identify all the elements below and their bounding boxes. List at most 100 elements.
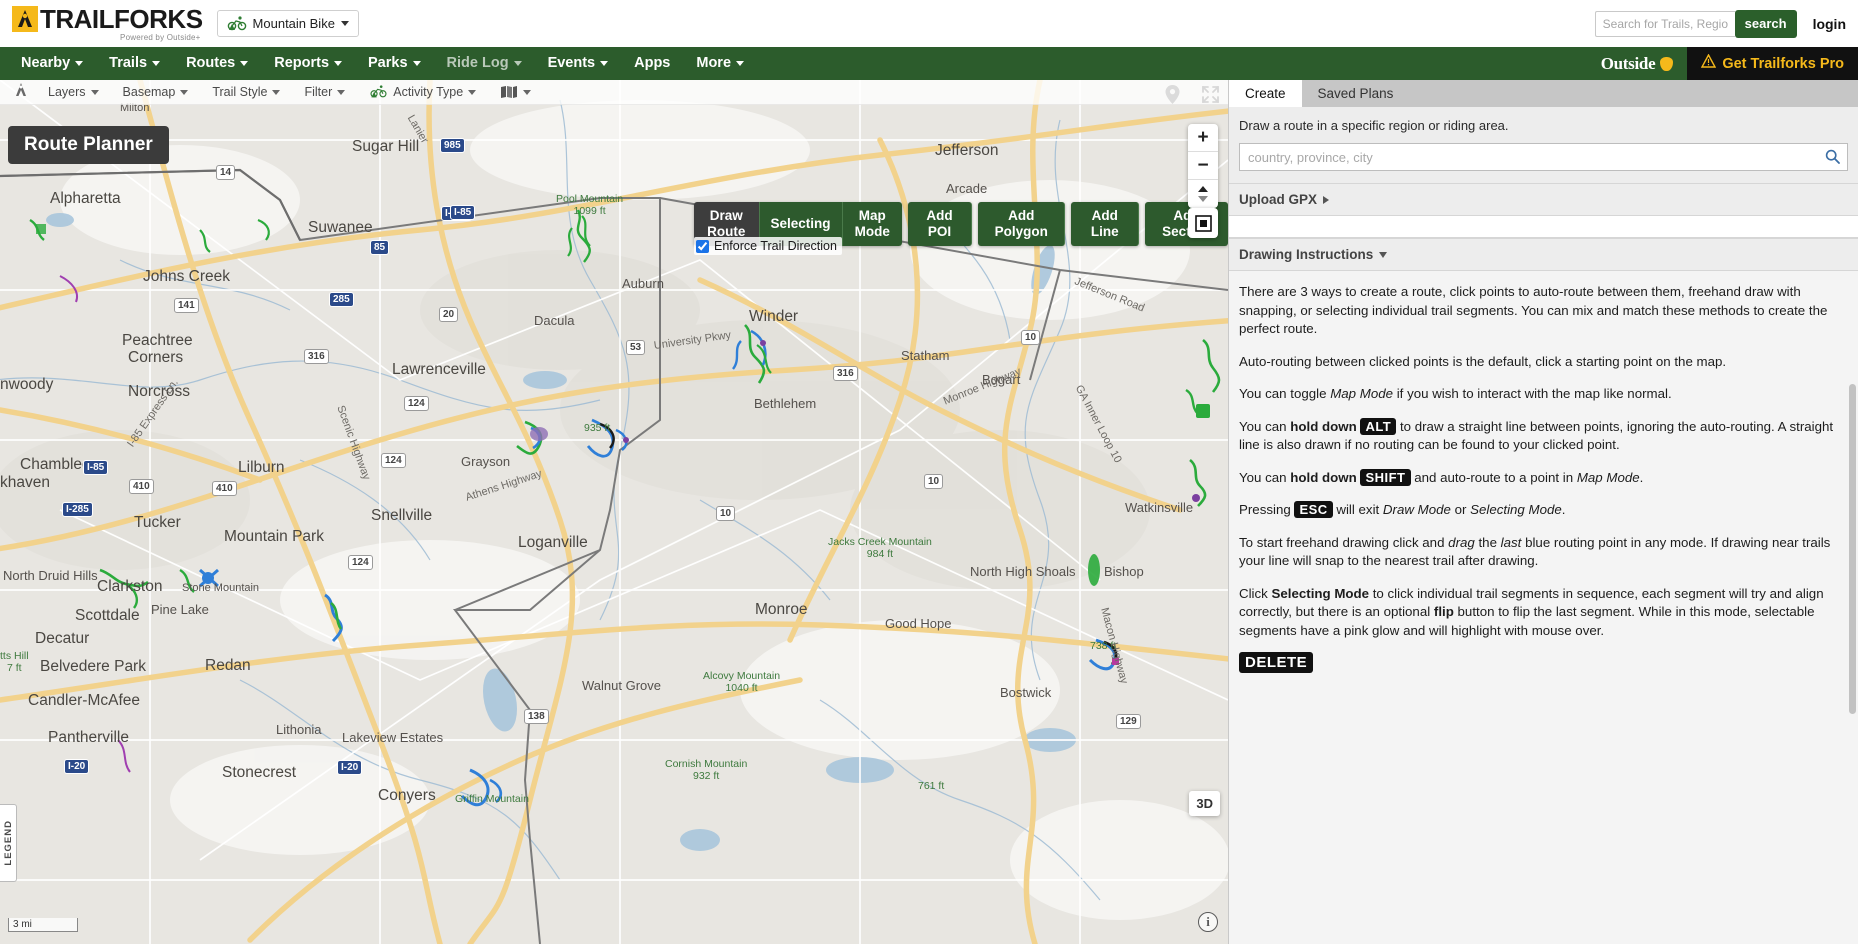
search-button[interactable]: search (1735, 10, 1797, 38)
zoom-in-button[interactable]: + (1188, 124, 1218, 152)
toolbar-label: Layers (48, 85, 86, 99)
fit-bounds-icon[interactable] (1188, 208, 1218, 238)
chevron-down-icon (600, 61, 608, 66)
nav-label: Parks (368, 47, 408, 80)
toolbar-layers[interactable]: Layers (36, 80, 111, 105)
nav-label: Nearby (21, 47, 70, 80)
warning-triangle-icon (1701, 54, 1716, 73)
toolbar-trail-style[interactable]: Trail Style (200, 80, 292, 105)
chevron-down-icon (514, 61, 522, 66)
sidebar-body: Draw a route in a specific region or rid… (1229, 107, 1858, 944)
nav-item-trails[interactable]: Trails (96, 47, 173, 80)
enforce-trail-direction-row[interactable]: Enforce Trail Direction (694, 237, 842, 255)
nav-label: Reports (274, 47, 329, 80)
map-canvas[interactable]: MiltonSugar HillJeffersonAlpharettaArcad… (0, 80, 1228, 944)
nav-item-apps[interactable]: Apps (621, 47, 683, 80)
upload-gpx-label: Upload GPX (1239, 192, 1317, 207)
trailforks-logo[interactable]: TRAILFORKS Powered by Outside+ (12, 6, 203, 42)
scale-label: 3 mi (13, 919, 32, 930)
tab-create[interactable]: Create (1229, 80, 1302, 107)
route-planner-sidebar: Create Saved Plans Draw a route in a spe… (1228, 80, 1858, 944)
drawing-instructions-body: There are 3 ways to create a route, clic… (1229, 271, 1858, 693)
sidebar-scrollbar[interactable] (1848, 134, 1857, 754)
nav-right-group: Outside Get Trailforks Pro (1587, 47, 1858, 80)
chevron-down-icon (180, 90, 188, 95)
map-mode-button[interactable]: Map Mode (843, 202, 902, 246)
zoom-out-button[interactable]: − (1188, 152, 1218, 180)
drawing-instructions-row[interactable]: Drawing Instructions (1229, 238, 1858, 271)
keyboard-key-shift: SHIFT (1360, 469, 1410, 486)
logo-wordmark: TRAILFORKS (40, 6, 203, 32)
toolbar-label: Trail Style (212, 85, 267, 99)
nav-item-parks[interactable]: Parks (355, 47, 434, 80)
instruction-paragraph: There are 3 ways to create a route, clic… (1239, 283, 1848, 339)
mountain-bike-icon (227, 15, 247, 33)
activity-type-selector[interactable]: Mountain Bike (217, 10, 359, 37)
toolbar-activity-type[interactable]: Activity Type (357, 80, 488, 105)
mountain-bike-icon (369, 84, 388, 100)
route-planner-title: Route Planner (8, 126, 169, 164)
outside-dot-icon (1660, 57, 1673, 71)
chevron-down-icon (75, 61, 83, 66)
toolbar-label: Activity Type (393, 85, 463, 99)
chevron-down-icon (523, 90, 531, 95)
search-icon[interactable] (1825, 149, 1840, 169)
chevron-down-icon (272, 90, 280, 95)
outside-plus-link[interactable]: Outside (1587, 47, 1688, 80)
region-search-input[interactable] (1239, 143, 1848, 171)
instruction-paragraph: Auto-routing between clicked points is t… (1239, 353, 1848, 372)
nav-item-ride-log[interactable]: Ride Log (434, 47, 535, 80)
chevron-down-icon (736, 61, 744, 66)
chevron-down-icon (152, 61, 160, 66)
trailforks-marker-icon[interactable] (6, 82, 36, 103)
search-input[interactable] (1595, 11, 1735, 37)
keyboard-key-esc: ESC (1294, 501, 1332, 518)
toolbar-label: Filter (304, 85, 332, 99)
toolbar-basemap[interactable]: Basemap (111, 80, 201, 105)
main-navigation: Nearby Trails Routes Reports Parks Ride … (0, 47, 1858, 80)
chevron-down-icon (337, 90, 345, 95)
sidebar-tabs: Create Saved Plans (1229, 80, 1858, 107)
nav-label: Trails (109, 47, 147, 80)
get-trailforks-pro-button[interactable]: Get Trailforks Pro (1687, 47, 1858, 80)
nav-item-more[interactable]: More (683, 47, 757, 80)
map-book-icon (500, 85, 518, 99)
legend-tab[interactable]: LEGEND (0, 804, 17, 882)
add-polygon-button[interactable]: Add Polygon (978, 202, 1065, 246)
toolbar-filter[interactable]: Filter (292, 80, 357, 105)
header-right-controls: search login (1595, 0, 1846, 47)
scrollbar-thumb[interactable] (1849, 384, 1856, 714)
instruction-paragraph: You can hold down ALT to draw a straight… (1239, 418, 1848, 455)
login-link[interactable]: login (1813, 16, 1846, 32)
instruction-paragraph: You can hold down SHIFT and auto-route t… (1239, 469, 1848, 488)
create-route-description: Draw a route in a specific region or rid… (1239, 118, 1848, 133)
zoom-controls: + − (1188, 124, 1218, 208)
chevron-right-icon (1323, 196, 1329, 204)
chevron-down-icon (341, 21, 349, 26)
drawing-instructions-label: Drawing Instructions (1239, 247, 1373, 262)
pro-label: Get Trailforks Pro (1722, 56, 1844, 72)
nav-item-reports[interactable]: Reports (261, 47, 355, 80)
activity-type-label: Mountain Bike (253, 16, 335, 31)
nav-item-events[interactable]: Events (535, 47, 622, 80)
nav-label: Apps (634, 47, 670, 80)
tilt-compass-icon[interactable] (1188, 180, 1218, 208)
map-toolbar: Layers Basemap Trail Style Filter Activi… (0, 80, 1228, 105)
nav-item-nearby[interactable]: Nearby (8, 47, 96, 80)
tab-saved-plans[interactable]: Saved Plans (1302, 80, 1410, 107)
toolbar-map-book[interactable] (488, 80, 543, 105)
add-poi-button[interactable]: Add POI (908, 202, 972, 246)
add-line-button[interactable]: Add Line (1071, 202, 1139, 246)
outside-label: Outside (1601, 54, 1656, 74)
region-search-wrap (1239, 143, 1848, 171)
info-icon[interactable]: i (1198, 912, 1218, 932)
enforce-trail-direction-checkbox[interactable] (696, 240, 709, 253)
chevron-down-icon (413, 61, 421, 66)
3d-toggle-button[interactable]: 3D (1189, 791, 1220, 816)
nav-label: Ride Log (447, 47, 509, 80)
keyboard-key-delete: DELETE (1239, 652, 1313, 673)
instruction-paragraph: You can toggle Map Mode if you wish to i… (1239, 385, 1848, 404)
upload-gpx-row[interactable]: Upload GPX (1229, 183, 1858, 216)
nav-item-routes[interactable]: Routes (173, 47, 261, 80)
instruction-paragraph: Click Selecting Mode to click individual… (1239, 585, 1848, 641)
